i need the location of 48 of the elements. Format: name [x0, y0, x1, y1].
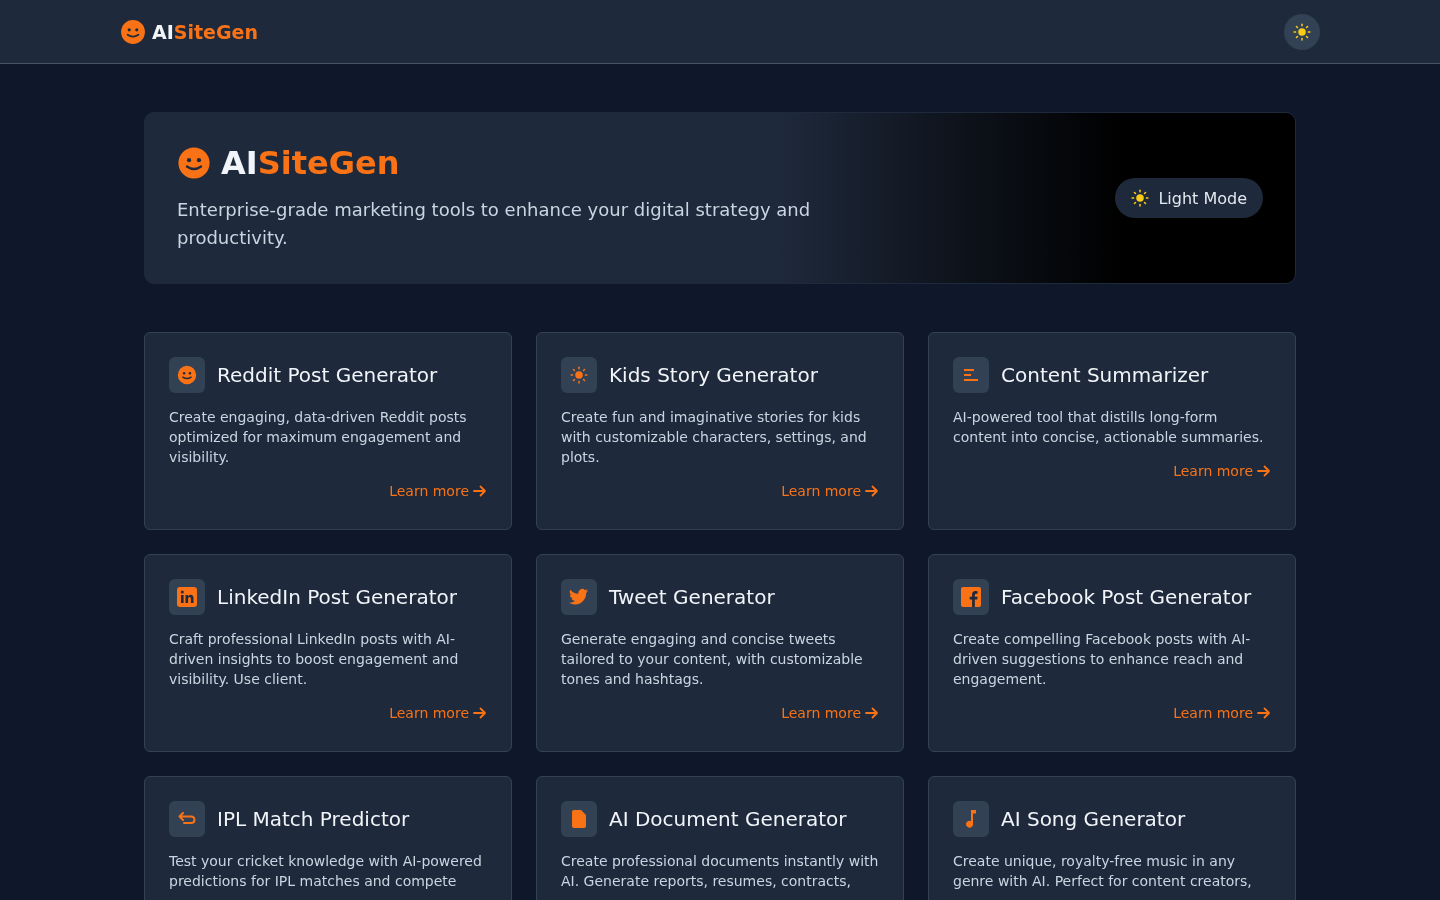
hero-title: AISiteGen [221, 144, 400, 182]
sun-icon [1293, 22, 1311, 41]
card-description: Craft professional LinkedIn posts with AI-driven insights to boost engagement and visibility. Use client. [169, 630, 460, 689]
card-title: Tweet Generator [609, 585, 775, 609]
arrow-right-icon [473, 707, 487, 719]
learn-more-link[interactable]: Learn more [389, 705, 487, 721]
card-description: AI-powered tool that distills long-form content into concise, actionable summaries. [953, 408, 1265, 447]
card-description: Create engaging, data-driven Reddit posts optimized for maximum engagement and visibility. [169, 408, 468, 467]
arrow-right-icon [1257, 465, 1271, 477]
card-title: AI Song Generator [1001, 807, 1186, 831]
hero-subtitle: Enterprise-grade marketing tools to enhance your digital strategy and productivity. [177, 198, 812, 250]
arrow-right-icon [1257, 707, 1271, 719]
smiley-icon [177, 365, 197, 385]
card-description: Generate engaging and concise tweets tailored to your content, with customizable tones and hashtags. [561, 630, 864, 689]
learn-more-link[interactable]: Learn more [1173, 463, 1271, 479]
sun-icon [570, 366, 588, 384]
light-mode-button[interactable]: Light Mode [1115, 178, 1263, 218]
swap-arrow-icon [178, 812, 196, 826]
bird-icon [569, 588, 589, 606]
arrow-right-icon [865, 707, 879, 719]
music-note-icon [965, 810, 977, 828]
card-title: Kids Story Generator [609, 363, 818, 387]
card-title: Facebook Post Generator [1001, 585, 1252, 609]
learn-more-link[interactable]: Learn more [389, 483, 487, 499]
card-description: Create unique, royalty-free music in any genre with AI. Perfect for content creators, [953, 852, 1253, 891]
linkedin-icon [177, 587, 197, 607]
card-description: Test your cricket knowledge with AI-powered predictions for IPL matches and compete [169, 852, 483, 891]
facebook-icon [961, 587, 981, 607]
learn-more-link[interactable]: Learn more [1173, 705, 1271, 721]
sun-icon [1131, 189, 1150, 207]
card-title: Reddit Post Generator [217, 363, 438, 387]
lines-icon [963, 368, 979, 382]
learn-more-link[interactable]: Learn more [781, 705, 879, 721]
card-title: AI Document Generator [609, 807, 847, 831]
smiley-icon [177, 146, 211, 180]
brand-logo[interactable]: AISiteGen [152, 20, 258, 43]
card-title: IPL Match Predictor [217, 807, 410, 831]
arrow-right-icon [865, 485, 879, 497]
card-title: LinkedIn Post Generator [217, 585, 457, 609]
learn-more-link[interactable]: Learn more [781, 483, 879, 499]
theme-toggle-button[interactable] [1284, 13, 1320, 50]
arrow-right-icon [473, 485, 487, 497]
card-description: Create compelling Facebook posts with AI-driven suggestions to enhance reach and engagement. [953, 630, 1252, 689]
card-description: Create professional documents instantly with AI. Generate reports, resumes, contracts, [561, 852, 879, 891]
card-title: Content Summarizer [1001, 363, 1209, 387]
document-icon [572, 810, 586, 828]
card-description: Create fun and imaginative stories for kids with customizable characters, settings, and plots. [561, 408, 868, 467]
smiley-icon [120, 18, 146, 45]
